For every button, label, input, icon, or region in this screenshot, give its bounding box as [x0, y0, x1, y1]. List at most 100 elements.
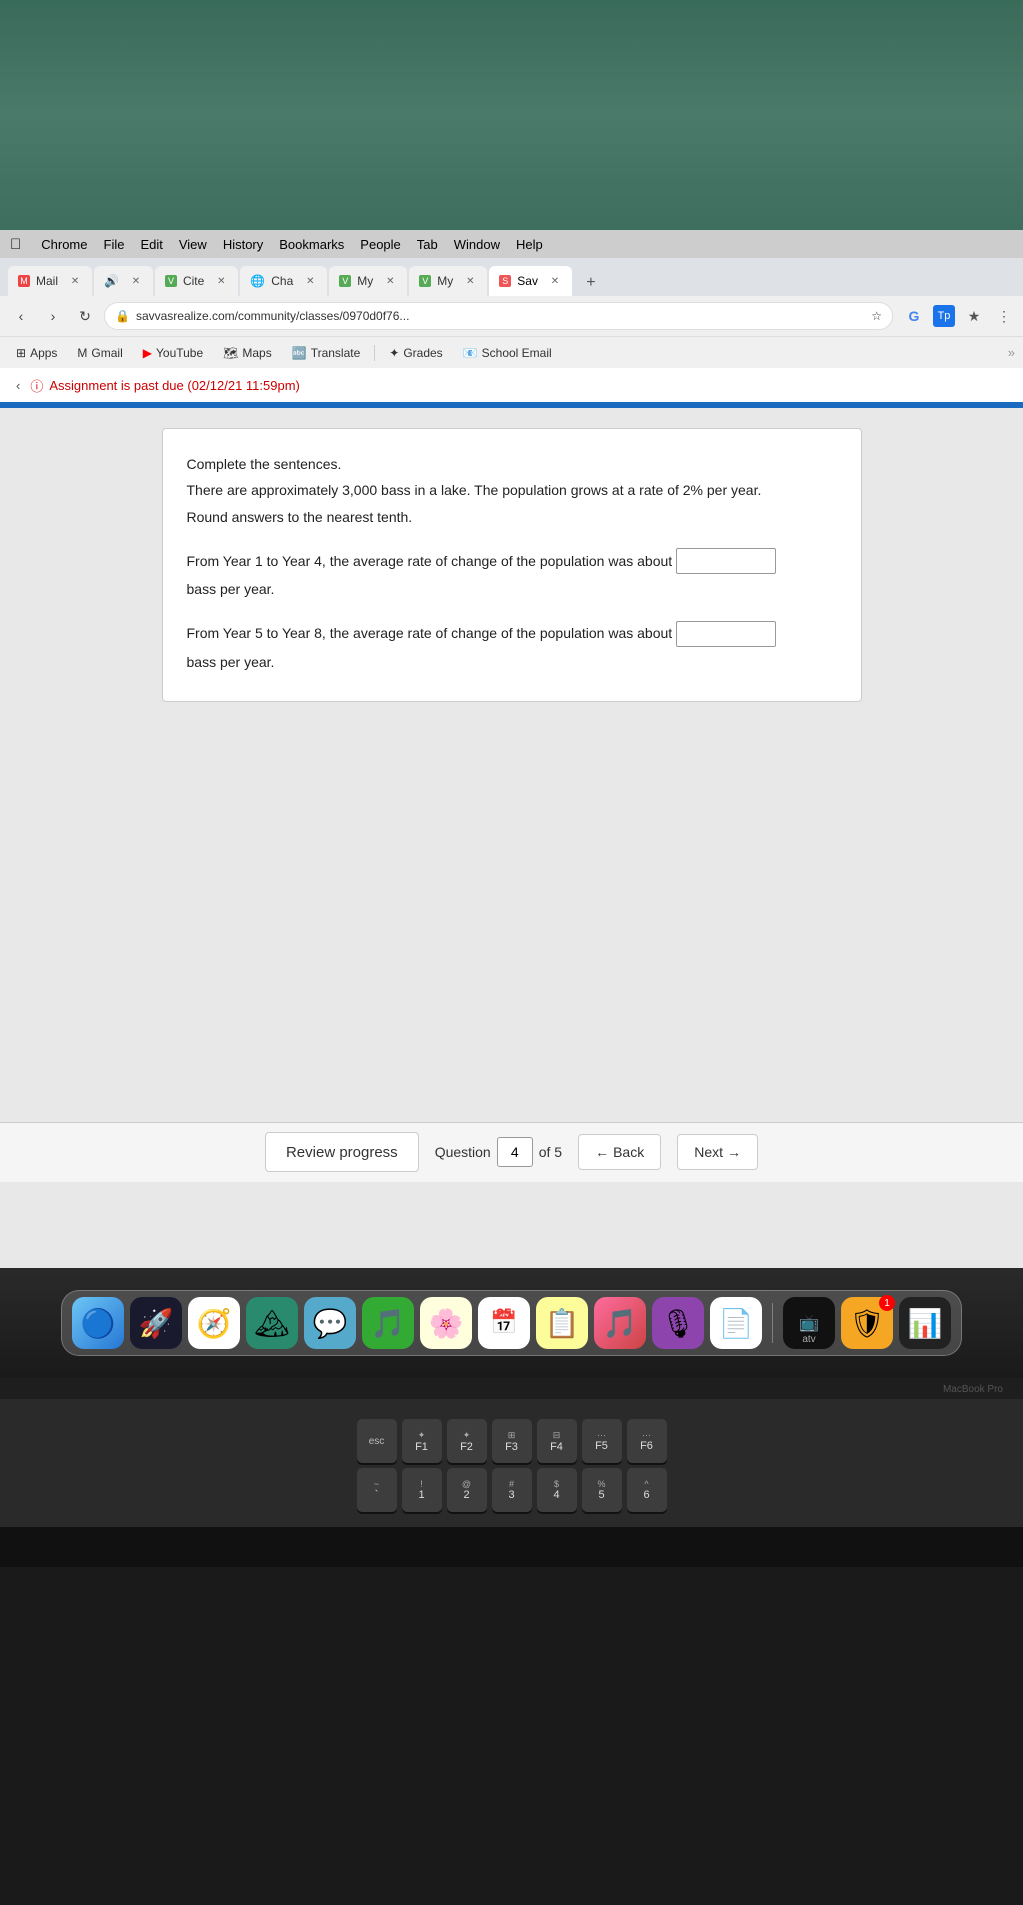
key-f1[interactable]: ✦ F1: [402, 1419, 442, 1463]
context-line1: There are approximately 3,000 bass in a …: [187, 479, 837, 501]
tab-sav[interactable]: S Sav ✕: [489, 266, 572, 296]
bookmark-school-email[interactable]: 📧 School Email: [455, 343, 560, 363]
key-2[interactable]: @ 2: [447, 1468, 487, 1512]
key-f6[interactable]: ··· F6: [627, 1419, 667, 1463]
key-3-top: #: [509, 1479, 514, 1489]
menu-bookmarks[interactable]: Bookmarks: [279, 237, 344, 252]
new-tab-button[interactable]: +: [578, 270, 604, 296]
tab-my2[interactable]: V My ✕: [409, 266, 487, 296]
key-5[interactable]: % 5: [582, 1468, 622, 1512]
menu-help[interactable]: Help: [516, 237, 543, 252]
tab-my2-close[interactable]: ✕: [463, 274, 477, 288]
review-progress-button[interactable]: Review progress: [265, 1132, 419, 1172]
key-4-bottom: 4: [553, 1489, 559, 1501]
tab-speaker[interactable]: 🔊 ✕: [94, 266, 153, 296]
back-nav-button[interactable]: ‹: [8, 303, 34, 329]
bookmarks-more[interactable]: »: [1008, 345, 1015, 360]
assignment-notice-bar: ‹ ⓘ Assignment is past due (02/12/21 11:…: [0, 368, 1023, 404]
dock-safari[interactable]: 🧭: [188, 1297, 240, 1349]
key-1[interactable]: ! 1: [402, 1468, 442, 1512]
forward-nav-button[interactable]: ›: [40, 303, 66, 329]
bookmark-gmail[interactable]: M Gmail: [69, 343, 130, 363]
menu-file[interactable]: File: [104, 237, 125, 252]
menu-icon[interactable]: ⋮: [993, 305, 1015, 327]
key-1-bottom: 1: [418, 1489, 424, 1501]
menu-people[interactable]: People: [360, 237, 400, 252]
dock-photos[interactable]: 🌸: [420, 1297, 472, 1349]
question-number-input[interactable]: [497, 1137, 533, 1167]
next-button[interactable]: Next →: [677, 1134, 758, 1170]
sentence2-input[interactable]: [676, 621, 776, 647]
tab-my1[interactable]: V My ✕: [329, 266, 407, 296]
mac-dock-area: 🔵 🚀 🧭 🏔 💬 🎵 🌸 📅 25 📋 🎵 �: [0, 1268, 1023, 1378]
tab-speaker-close[interactable]: ✕: [129, 274, 143, 288]
tab-cha-close[interactable]: ✕: [303, 274, 317, 288]
google-icon[interactable]: G: [903, 305, 925, 327]
alert-icon: ⓘ: [30, 376, 43, 395]
tab-cite[interactable]: V Cite ✕: [155, 266, 238, 296]
dock-stocks[interactable]: 📊: [899, 1297, 951, 1349]
tp-icon[interactable]: Tp: [933, 305, 955, 327]
key-6[interactable]: ^ 6: [627, 1468, 667, 1512]
dock-music[interactable]: 🎵: [594, 1297, 646, 1349]
key-2-bottom: 2: [463, 1489, 469, 1501]
menu-edit[interactable]: Edit: [140, 237, 162, 252]
back-button[interactable]: ← Back: [578, 1134, 661, 1170]
key-f2[interactable]: ✦ F2: [447, 1419, 487, 1463]
bookmark-maps[interactable]: 🗺 Maps: [215, 343, 280, 363]
key-f4[interactable]: ⊟ F4: [537, 1419, 577, 1463]
extensions-icon[interactable]: ★: [963, 305, 985, 327]
apple-menu-icon[interactable]: : [10, 236, 21, 253]
dock-launchpad[interactable]: 🚀: [130, 1297, 182, 1349]
dock-music-note[interactable]: 🎵: [362, 1297, 414, 1349]
back-arrow-icon: ←: [595, 1144, 609, 1160]
bookmark-youtube[interactable]: ▶ YouTube: [135, 343, 211, 363]
sentence2-line2: bass per year.: [187, 651, 837, 673]
menu-window[interactable]: Window: [454, 237, 500, 252]
dock-norton[interactable]: 🛡 1: [841, 1297, 893, 1349]
tab-mail-close[interactable]: ✕: [68, 274, 82, 288]
dock-appletv[interactable]: 📺 atv: [783, 1297, 835, 1349]
maps-icon: 🗺: [223, 346, 238, 360]
dock-messages[interactable]: 💬: [304, 1297, 356, 1349]
dock-photos-mountains[interactable]: 🏔: [246, 1297, 298, 1349]
dock-podcasts[interactable]: 🎙: [652, 1297, 704, 1349]
sentence1-input[interactable]: [676, 548, 776, 574]
dock-finder[interactable]: 🔵: [72, 1297, 124, 1349]
bookmark-apps[interactable]: ⊞ Apps: [8, 343, 65, 363]
bookmark-translate[interactable]: 🔤 Translate: [284, 343, 369, 363]
tab-my1-close[interactable]: ✕: [383, 274, 397, 288]
menu-tab[interactable]: Tab: [417, 237, 438, 252]
menu-view[interactable]: View: [179, 237, 207, 252]
key-tilde[interactable]: ~ `: [357, 1468, 397, 1512]
tab-sav-close[interactable]: ✕: [548, 274, 562, 288]
star-icon[interactable]: ☆: [871, 309, 882, 323]
tab-cite-label: Cite: [183, 274, 204, 288]
files-icon: 📄: [719, 1307, 754, 1340]
key-f3[interactable]: ⊞ F3: [492, 1419, 532, 1463]
sentence1-suffix-text: bass per year.: [187, 578, 275, 600]
key-esc-label: esc: [369, 1436, 385, 1447]
notes-icon: 📋: [545, 1307, 580, 1340]
reload-button[interactable]: ↻: [72, 303, 98, 329]
key-esc[interactable]: esc: [357, 1419, 397, 1463]
key-3[interactable]: # 3: [492, 1468, 532, 1512]
dock-calendar[interactable]: 📅 25: [478, 1297, 530, 1349]
lock-icon: 🔒: [115, 309, 130, 323]
menu-history[interactable]: History: [223, 237, 263, 252]
bookmark-grades[interactable]: ✦ Grades: [381, 343, 450, 363]
tab-mail[interactable]: M Mail ✕: [8, 266, 92, 296]
tab-cite-close[interactable]: ✕: [214, 274, 228, 288]
dock-files[interactable]: 📄: [710, 1297, 762, 1349]
appletv-icon: 📺: [799, 1313, 819, 1333]
assignment-notice-text: Assignment is past due (02/12/21 11:59pm…: [49, 378, 300, 393]
podcasts-icon: 🎙: [660, 1307, 696, 1340]
address-bar[interactable]: 🔒 savvasrealize.com/community/classes/09…: [104, 302, 893, 330]
menu-chrome[interactable]: Chrome: [41, 237, 87, 252]
music-note-icon: 🎵: [371, 1307, 406, 1340]
tab-cha[interactable]: 🌐 Cha ✕: [240, 266, 327, 296]
key-f5[interactable]: ··· F5: [582, 1419, 622, 1463]
dock-notes[interactable]: 📋: [536, 1297, 588, 1349]
key-4[interactable]: $ 4: [537, 1468, 577, 1512]
back-arrow-icon[interactable]: ‹: [16, 378, 20, 393]
